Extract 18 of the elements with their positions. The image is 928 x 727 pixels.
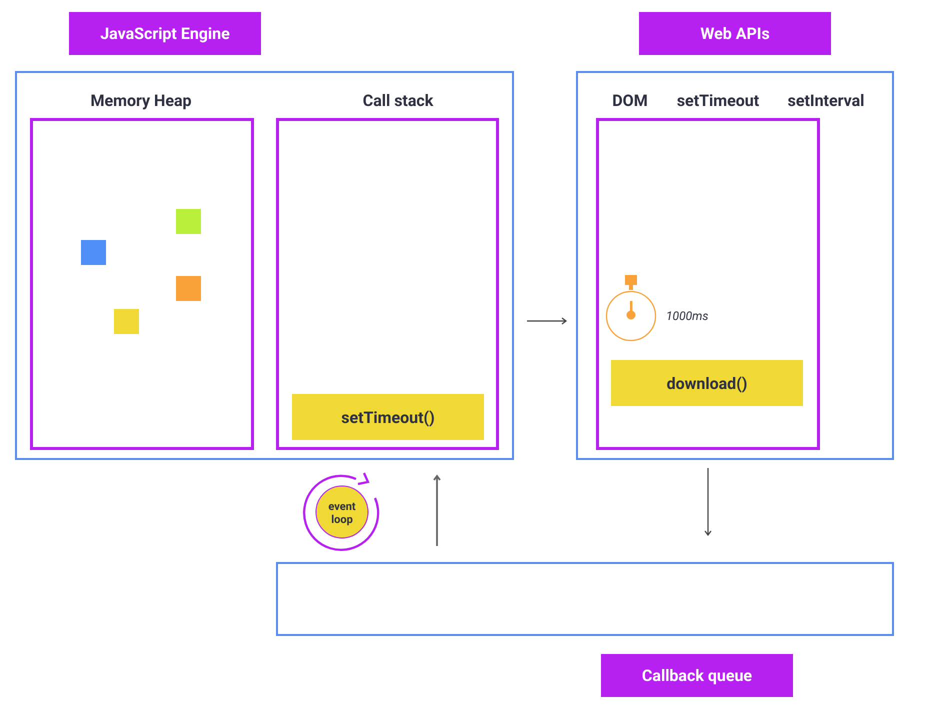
timer-label: 1000ms xyxy=(666,309,708,323)
up-arrow xyxy=(433,474,441,546)
loop-circle xyxy=(316,486,368,538)
heap-title: Memory Heap xyxy=(90,91,192,110)
stopwatch-icon xyxy=(606,275,656,342)
web-api-task: download() xyxy=(611,360,803,406)
stack-frame: setTimeout() xyxy=(292,394,484,440)
event-loop-label: event loop xyxy=(327,500,357,526)
api-name: setInterval xyxy=(788,91,864,110)
call-stack-title: Call stack xyxy=(362,91,434,110)
right-arrow xyxy=(527,318,567,324)
web-apis-label: Web APIs xyxy=(639,12,831,55)
api-name: setTimeout xyxy=(676,91,760,110)
engine-label: JavaScript Engine xyxy=(69,12,261,55)
loop-arrow-icon xyxy=(303,472,380,551)
down-arrow xyxy=(704,468,712,536)
api-name: DOM xyxy=(612,91,648,110)
callback-queue-label: Callback queue xyxy=(601,654,793,697)
